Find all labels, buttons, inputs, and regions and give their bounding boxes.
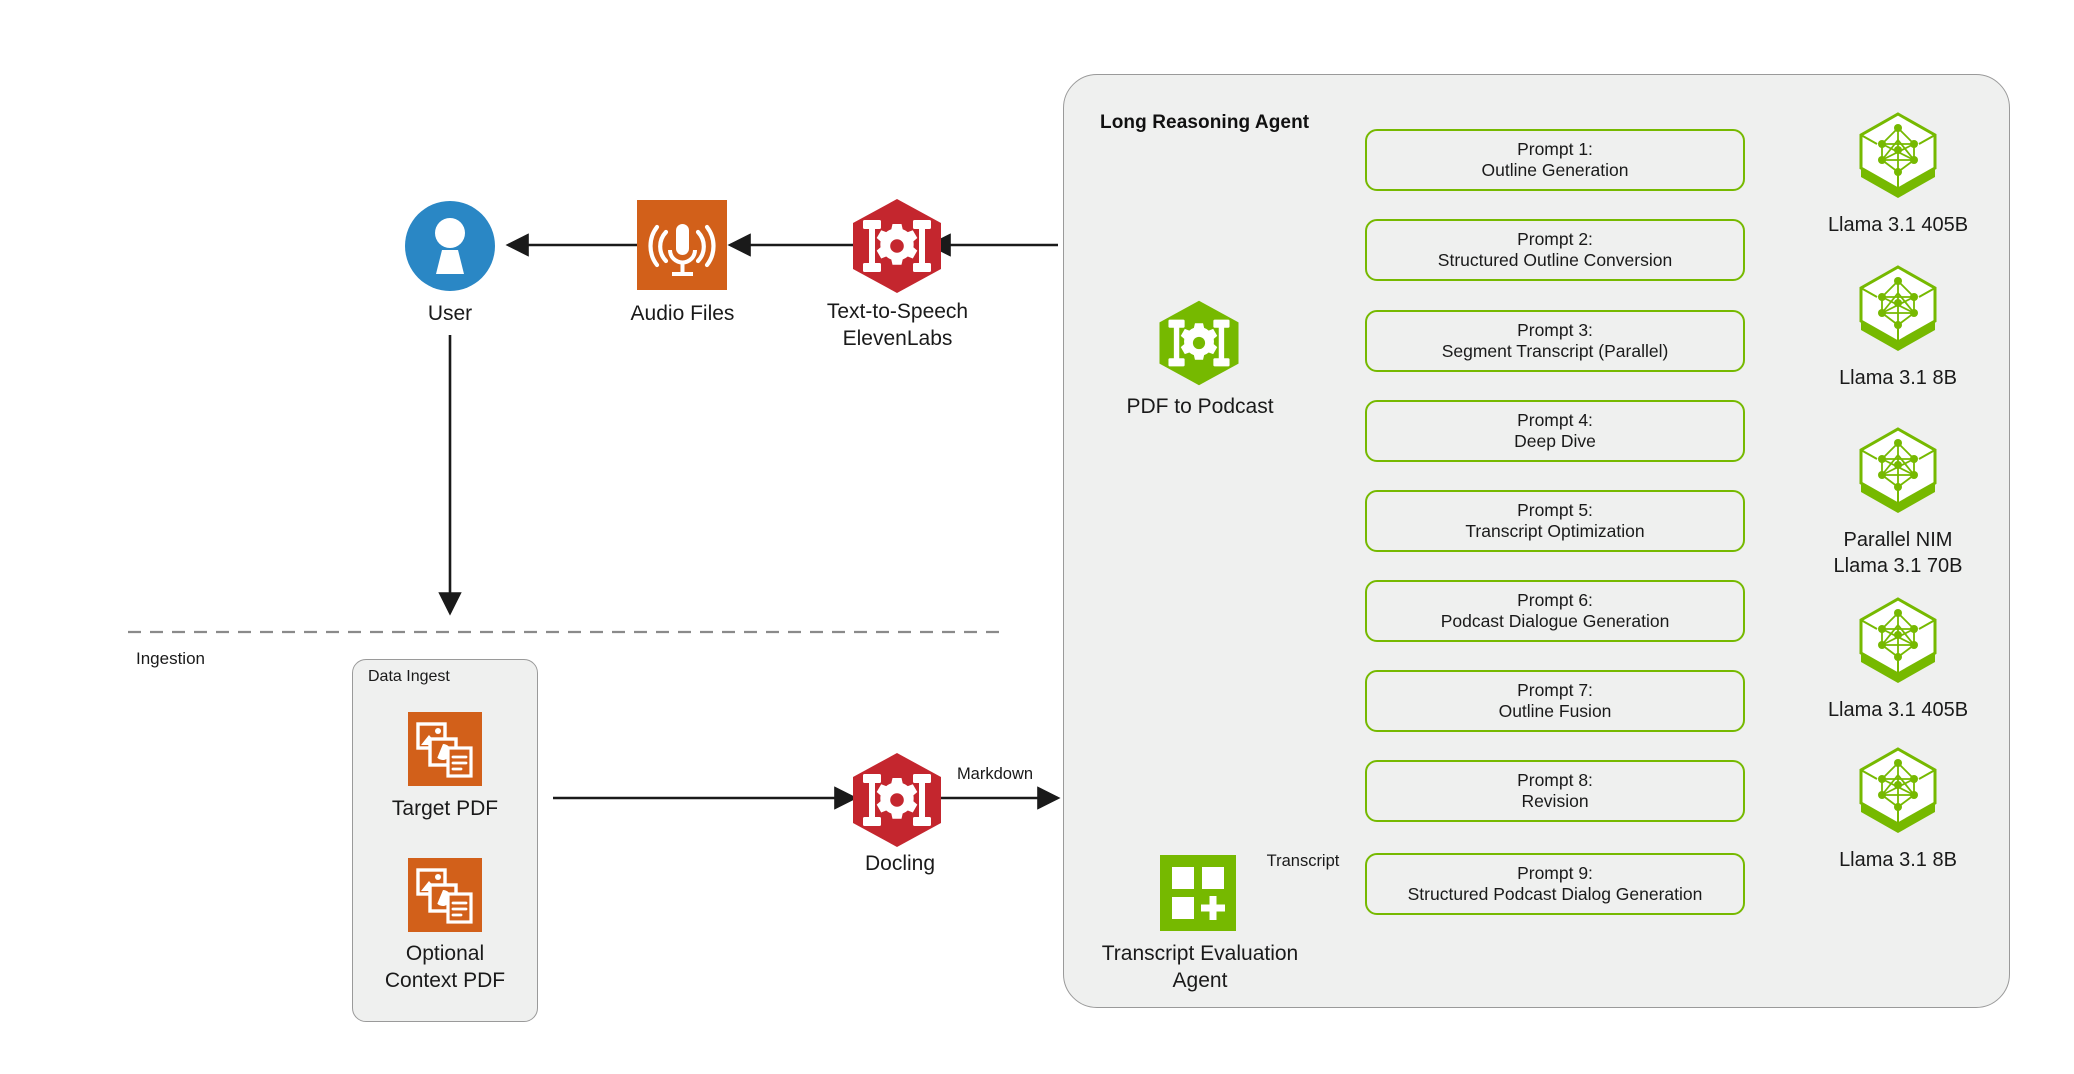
prompt-5-line2: Transcript Optimization [1465, 521, 1645, 541]
tts-label-line1: Text-to-Speech [826, 300, 969, 323]
green-hexagon-gear-icon [1159, 300, 1239, 386]
prompt-7-line1: Prompt 7: [1517, 679, 1593, 700]
prompt-9-line2: Structured Podcast Dialog Generation [1407, 884, 1703, 904]
long-reasoning-agent-title: Long Reasoning Agent [1100, 112, 1310, 133]
model-label-4: Llama 3.1 405B [1768, 697, 2028, 723]
data-ingest-title: Data Ingest [368, 668, 450, 685]
user-avatar-icon [405, 201, 495, 291]
nim-cube-icon [1859, 112, 1937, 198]
model-node-3 [1855, 425, 1941, 515]
model-node-5 [1855, 745, 1941, 835]
green-grid-plus-icon [1160, 855, 1236, 931]
prompt-7-line2: Outline Fusion [1498, 701, 1612, 721]
prompt-3-line2: Segment Transcript (Parallel) [1441, 341, 1669, 361]
transcript-eval-line1: Transcript Evaluation [1101, 942, 1299, 965]
model-node-2 [1855, 263, 1941, 353]
node-optional-context-pdf [408, 858, 482, 932]
optional-context-pdf-label: Optional Context PDF [384, 942, 506, 993]
transcript-eval-line2: Agent [1172, 969, 1228, 993]
model-1-line1: Llama 3.1 405B [1827, 214, 1969, 236]
prompt-box-8[interactable]: Prompt 8: Revision [1365, 760, 1745, 822]
edge-label-markdown: Markdown [956, 765, 1034, 783]
prompt-6-line2: Podcast Dialogue Generation [1440, 611, 1670, 631]
transcript-evaluation-agent-label: Transcript Evaluation Agent [1080, 940, 1320, 995]
model-5-line1: Llama 3.1 8B [1839, 849, 1957, 871]
pdf-documents-icon [408, 712, 482, 786]
model-label-3: Parallel NIM Llama 3.1 70B [1768, 527, 2028, 579]
text-to-speech-label: Text-to-Speech ElevenLabs [800, 298, 995, 353]
prompt-box-3[interactable]: Prompt 3: Segment Transcript (Parallel) [1365, 310, 1745, 372]
model-3-line2: Llama 3.1 70B [1833, 555, 1963, 577]
model-2-line1: Llama 3.1 8B [1839, 367, 1957, 389]
diagram-canvas: User Audio Files Text-to-Speech ElevenLa… [0, 0, 2074, 1074]
model-3-line1: Parallel NIM [1843, 529, 1953, 551]
node-target-pdf [408, 712, 482, 786]
target-pdf-label: Target PDF [391, 797, 499, 820]
prompt-box-4[interactable]: Prompt 4: Deep Dive [1365, 400, 1745, 462]
audio-files-label: Audio Files [630, 302, 735, 325]
prompt-2-line2: Structured Outline Conversion [1437, 250, 1673, 270]
prompt-box-1[interactable]: Prompt 1: Outline Generation [1365, 129, 1745, 191]
prompt-6-line1: Prompt 6: [1517, 589, 1593, 610]
pdf-to-podcast-label: PDF to Podcast [1126, 395, 1274, 418]
prompt-box-9[interactable]: Prompt 9: Structured Podcast Dialog Gene… [1365, 853, 1745, 915]
ingestion-divider-label: Ingestion [136, 649, 205, 668]
nim-cube-icon [1859, 265, 1937, 351]
edge-label-transcript: Transcript [1266, 852, 1340, 870]
node-user [400, 196, 500, 296]
prompt-8-line2: Revision [1521, 791, 1589, 811]
nim-cube-icon [1859, 597, 1937, 683]
pdf-documents-icon [408, 858, 482, 932]
prompt-4-line2: Deep Dive [1514, 431, 1596, 451]
microphone-podcast-icon [637, 200, 727, 290]
prompt-box-6[interactable]: Prompt 6: Podcast Dialogue Generation [1365, 580, 1745, 642]
model-node-4 [1855, 595, 1941, 685]
prompt-9-line1: Prompt 9: [1517, 862, 1593, 883]
node-transcript-evaluation-agent [1160, 855, 1236, 931]
model-4-line1: Llama 3.1 405B [1827, 699, 1969, 721]
prompt-1-line1: Prompt 1: [1517, 138, 1593, 159]
node-pdf-to-podcast [1155, 298, 1243, 388]
model-node-1 [1855, 110, 1941, 200]
node-audio-files [637, 200, 727, 290]
prompt-4-line1: Prompt 4: [1517, 409, 1593, 430]
model-label-2: Llama 3.1 8B [1768, 365, 2028, 391]
prompt-8-line1: Prompt 8: [1517, 769, 1593, 790]
prompt-2-line1: Prompt 2: [1517, 228, 1593, 249]
red-hexagon-gear-icon [853, 199, 941, 293]
node-text-to-speech [848, 196, 946, 296]
docling-label: Docling [864, 852, 936, 875]
nim-cube-icon [1859, 427, 1937, 513]
prompt-box-7[interactable]: Prompt 7: Outline Fusion [1365, 670, 1745, 732]
prompt-3-line1: Prompt 3: [1517, 319, 1593, 340]
model-label-1: Llama 3.1 405B [1768, 212, 2028, 238]
nim-cube-icon [1859, 747, 1937, 833]
prompt-1-line2: Outline Generation [1481, 160, 1629, 180]
prompt-box-2[interactable]: Prompt 2: Structured Outline Conversion [1365, 219, 1745, 281]
user-label: User [427, 302, 473, 325]
model-label-5: Llama 3.1 8B [1768, 847, 2028, 873]
prompt-box-5[interactable]: Prompt 5: Transcript Optimization [1365, 490, 1745, 552]
tts-label-line2: ElevenLabs [842, 327, 953, 351]
prompt-5-line1: Prompt 5: [1517, 499, 1593, 520]
